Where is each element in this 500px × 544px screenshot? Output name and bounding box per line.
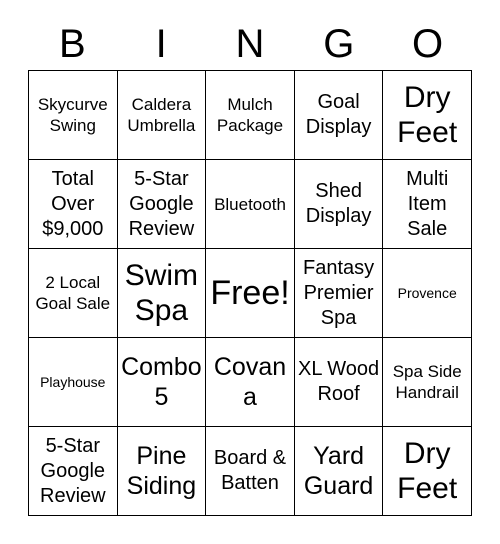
bingo-cell-label: Shed Display <box>305 180 372 227</box>
bingo-cell-label: Swim Spa <box>124 259 199 327</box>
bingo-cell[interactable]: Combo 5 <box>117 338 207 427</box>
bingo-cell-label: Dry Feet <box>397 437 458 505</box>
bingo-cell[interactable]: Swim Spa <box>117 249 207 338</box>
bingo-cell-label: Combo 5 <box>121 353 202 411</box>
bingo-cell-label: 5-Star Google Review <box>128 167 195 240</box>
bingo-cell-label: Caldera Umbrella <box>127 95 196 135</box>
bingo-cell-label: 2 Local Goal Sale <box>35 273 111 313</box>
bingo-header-letter-i: I <box>155 22 167 66</box>
bingo-cell[interactable]: Covana <box>206 338 295 427</box>
bingo-cell-label: Goal Display <box>305 91 372 138</box>
bingo-cell-label: Dry Feet <box>397 81 458 149</box>
bingo-cell-label: Total Over $9,000 <box>42 167 104 240</box>
bingo-cell[interactable]: XL Wood Roof <box>294 338 384 427</box>
bingo-cell[interactable]: Yard Guard <box>294 427 384 516</box>
bingo-cell-label: XL Wood Roof <box>298 358 380 405</box>
bingo-cell[interactable]: Fantasy Premier Spa <box>294 249 384 338</box>
bingo-cell-label: Mulch Package <box>216 95 284 135</box>
bingo-header-row: B I N G O <box>28 18 472 70</box>
bingo-cell-label: Spa Side Handrail <box>392 362 462 402</box>
bingo-cell[interactable]: Spa Side Handrail <box>383 338 472 427</box>
bingo-header-letter-g: G <box>323 22 355 66</box>
bingo-cell[interactable]: Dry Feet <box>383 427 472 516</box>
bingo-cell-label: Pine Siding <box>126 442 197 500</box>
bingo-cell[interactable]: Pine Siding <box>117 427 207 516</box>
bingo-cell-label: Covana <box>213 353 287 411</box>
bingo-cell[interactable]: Multi Item Sale <box>383 160 472 249</box>
bingo-cell[interactable]: Skycurve Swing <box>29 71 118 160</box>
bingo-grid: Skycurve Swing Caldera Umbrella Mulch Pack… <box>28 70 472 516</box>
bingo-cell[interactable]: Dry Feet <box>383 71 472 160</box>
bingo-header-letter-n: N <box>235 22 265 66</box>
bingo-cell-label: Board & Batten <box>213 447 287 494</box>
bingo-cell-label: Free! <box>210 273 290 312</box>
bingo-cell-label: Yard Guard <box>303 442 374 500</box>
bingo-cell-label: Skycurve Swing <box>37 95 108 135</box>
bingo-cell-label: Multi Item Sale <box>406 167 449 240</box>
bingo-cell-label: Provence <box>397 284 457 301</box>
bingo-cell[interactable]: Goal Display <box>294 71 384 160</box>
bingo-cell[interactable]: 5-Star Google Review <box>117 160 207 249</box>
bingo-cell[interactable]: Bluetooth <box>206 160 295 249</box>
bingo-header-letter-o: O <box>412 22 444 66</box>
bingo-cell[interactable]: 2 Local Goal Sale <box>29 249 118 338</box>
bingo-cell-label: Playhouse <box>40 373 106 390</box>
bingo-cell[interactable]: Provence <box>383 249 472 338</box>
bingo-cell-label: Bluetooth <box>214 194 286 214</box>
bingo-free-space[interactable]: Free! <box>206 249 295 338</box>
bingo-cell[interactable]: Total Over $9,000 <box>29 160 118 249</box>
bingo-cell-label: 5-Star Google Review <box>40 434 106 507</box>
bingo-cell-label: Fantasy Premier Spa <box>303 256 375 329</box>
bingo-cell[interactable]: 5-Star Google Review <box>29 427 118 516</box>
bingo-cell[interactable]: Board & Batten <box>206 427 295 516</box>
bingo-card: B I N G O Skycurve Swing Caldera Umbrella… <box>0 0 500 544</box>
bingo-cell[interactable]: Caldera Umbrella <box>117 71 207 160</box>
bingo-cell[interactable]: Playhouse <box>29 338 118 427</box>
bingo-cell[interactable]: Mulch Package <box>206 71 295 160</box>
bingo-header-letter-b: B <box>59 22 86 66</box>
bingo-cell[interactable]: Shed Display <box>294 160 384 249</box>
